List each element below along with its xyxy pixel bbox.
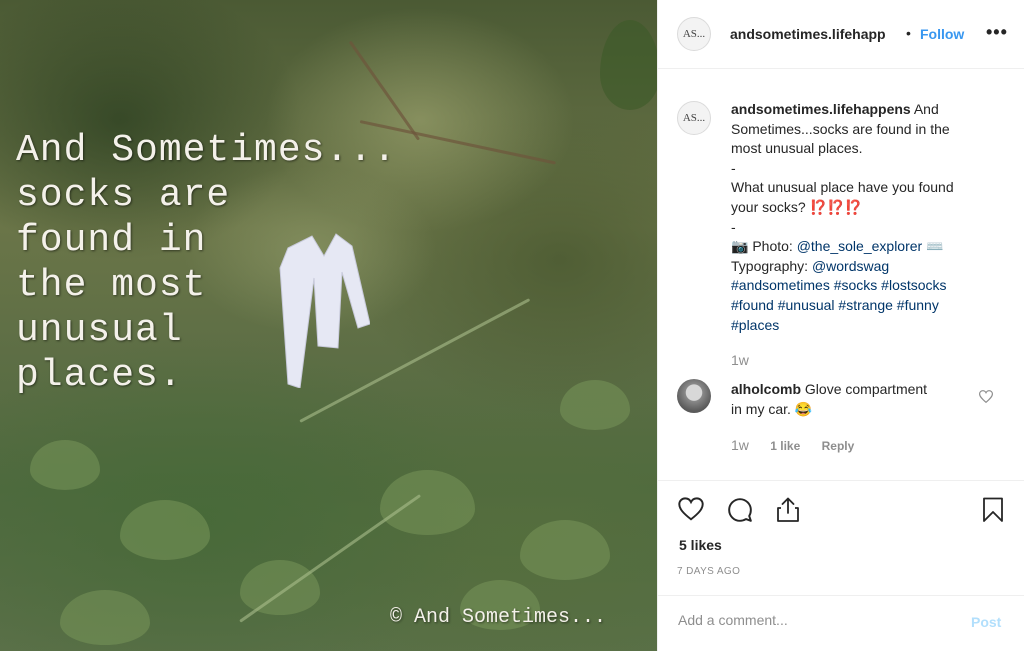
caption-text: Typography: [731, 257, 809, 274]
action-bar [658, 480, 1024, 537]
branch [239, 494, 422, 623]
comment-icon[interactable] [727, 497, 753, 523]
comment-text: in my car. 😂 [731, 400, 813, 417]
bookmark-icon[interactable] [982, 497, 1004, 523]
likes-count[interactable]: 5 likes [679, 537, 722, 553]
foliage-leaf [240, 560, 320, 615]
foliage-leaf [520, 520, 610, 580]
post-header: AS... andsometimes.lifehapp • Follow ••• [658, 0, 1024, 69]
caption-avatar[interactable]: AS... [677, 101, 711, 135]
commenter-avatar[interactable] [677, 379, 711, 413]
foliage-leaf [560, 380, 630, 430]
caption-text: Sometimes...socks are found in the [731, 120, 950, 137]
mention-link[interactable]: @wordswag [812, 258, 889, 274]
post-side-panel: AS... andsometimes.lifehapp • Follow •••… [657, 0, 1024, 651]
avatar[interactable]: AS... [677, 17, 711, 51]
post-age[interactable]: 7 DAYS AGO [677, 566, 740, 577]
caption-text: What unusual place have you found [731, 179, 954, 196]
overlay-line: places. [16, 354, 183, 397]
follow-button[interactable]: Follow [920, 26, 964, 42]
overlay-line: the most [16, 264, 207, 307]
caption-text: - [731, 159, 736, 176]
overlay-line: And Sometimes... [16, 129, 397, 172]
caption-text: your socks? [731, 198, 806, 215]
comment-likes[interactable]: 1 like [770, 439, 800, 453]
comment-timestamp[interactable]: 1w [731, 437, 749, 453]
caption-text: And [913, 101, 939, 117]
overlay-line: unusual [16, 309, 183, 352]
comment-text: Glove compartment [804, 381, 928, 397]
overlay-line: socks are [16, 174, 231, 217]
overlay-line: found in [16, 219, 207, 262]
foliage-leaf [60, 590, 150, 645]
foliage-leaf [30, 440, 100, 490]
post-photo[interactable]: And Sometimes... socks are found in the … [0, 0, 657, 651]
heart-icon[interactable] [678, 497, 704, 521]
caption-username[interactable]: andsometimes.lifehappens [731, 101, 911, 117]
more-options-icon[interactable]: ••• [986, 22, 1008, 43]
separator-dot: • [906, 25, 911, 41]
caption-text: - [731, 218, 736, 235]
post-comment-button[interactable]: Post [971, 614, 1001, 630]
keyboard-emoji: ⌨️ [926, 238, 944, 255]
share-icon[interactable] [776, 497, 800, 523]
mention-link[interactable]: @the_sole_explorer [797, 238, 923, 254]
caption-text: most unusual places. [731, 140, 863, 157]
add-comment-input[interactable] [678, 612, 948, 628]
small-heart-icon[interactable] [979, 390, 993, 403]
photo-copyright: © And Sometimes... [390, 606, 607, 629]
hashtag-links[interactable]: #places [731, 316, 1011, 336]
comment-username[interactable]: alholcomb [731, 381, 801, 397]
foliage-leaf [380, 470, 475, 535]
comment-bar: Post [658, 595, 1024, 651]
hashtag-links[interactable]: #andsometimes #socks #lostsocks [731, 276, 1011, 296]
hashtag-links[interactable]: #found #unusual #strange #funny [731, 296, 1011, 316]
foliage-leaf [600, 20, 657, 110]
comment-meta: 1w 1 like Reply [731, 437, 872, 453]
camera-emoji-label: 📷 Photo: [731, 238, 793, 255]
comment: alholcomb Glove compartment in my car. 😂 [731, 380, 971, 419]
photo-overlay-text: And Sometimes... socks are found in the … [16, 128, 476, 398]
caption-timestamp[interactable]: 1w [731, 352, 749, 368]
interrobang-emoji: ⁉️⁉️⁉️ [809, 198, 862, 215]
foliage-leaf [120, 500, 210, 560]
header-username[interactable]: andsometimes.lifehapp [730, 26, 886, 42]
reply-button[interactable]: Reply [822, 439, 855, 453]
post-caption: andsometimes.lifehappens And Sometimes..… [731, 100, 1011, 335]
